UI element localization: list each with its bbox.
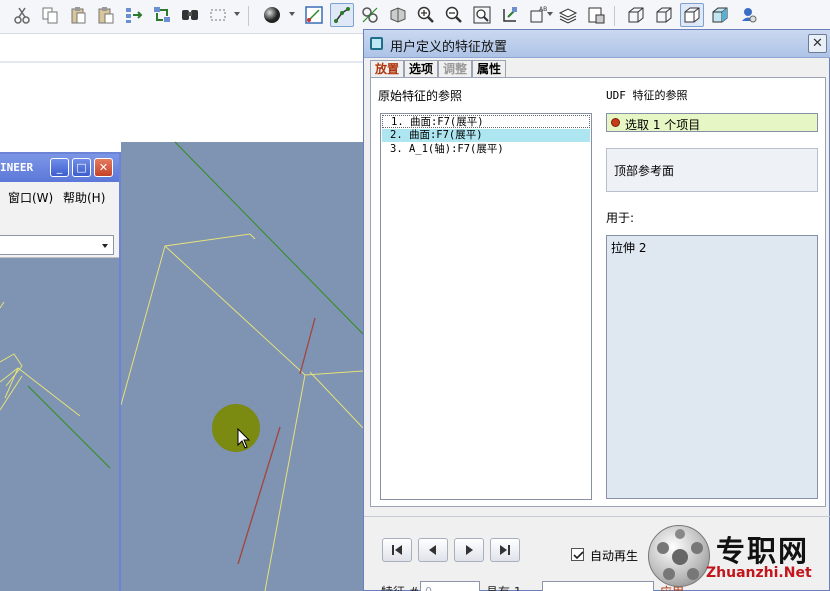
- original-refs-label: 原始特征的参照: [378, 89, 463, 103]
- tab-placement[interactable]: 放置: [370, 60, 405, 78]
- has-label: 具有 1: [486, 583, 521, 591]
- checkmark-icon: [573, 551, 584, 560]
- udf-refs-label: UDF 特征的参照: [606, 89, 688, 102]
- reference-name: 顶部参考面: [614, 164, 675, 178]
- sub-window: INEER _ □ ✕ 窗口(W) 帮助(H): [0, 152, 121, 591]
- zoom-in-icon[interactable]: [414, 3, 438, 27]
- last-ref-button[interactable]: [490, 538, 520, 562]
- hidden-line-icon[interactable]: [652, 3, 676, 27]
- reference-collector[interactable]: 选取 1 个项目: [606, 113, 818, 132]
- view-dropdown-icon[interactable]: [547, 12, 553, 16]
- datum-display-icon[interactable]: [358, 3, 382, 27]
- viewport-background: [121, 142, 363, 591]
- next-icon: [466, 545, 473, 555]
- skip-first-icon: [392, 545, 402, 555]
- list-item[interactable]: 1. 曲面:F7(展平): [382, 115, 590, 128]
- udf-placement-dialog: 用户定义的特征放置 ✕ 放置 选项 调整 属性 原始特征的参照 1. 曲面:F7…: [363, 29, 830, 591]
- model-tree-icon[interactable]: [584, 3, 608, 27]
- prev-ref-button[interactable]: [418, 538, 448, 562]
- viewport-top-area: [0, 34, 363, 142]
- refit-icon[interactable]: [470, 3, 494, 27]
- paste-icon[interactable]: [66, 3, 90, 27]
- toolbar-separator: [614, 6, 615, 26]
- select-dropdown-icon[interactable]: [234, 12, 240, 16]
- sub-window-model: [0, 301, 111, 469]
- shade-dropdown-icon[interactable]: [289, 12, 295, 16]
- dialog-divider: [364, 516, 830, 517]
- tab-adjust: 调整: [438, 60, 473, 78]
- has-field[interactable]: [542, 581, 654, 591]
- spin-center-icon[interactable]: [386, 3, 410, 27]
- orient-icon[interactable]: [498, 3, 522, 27]
- skip-last-icon: [500, 545, 510, 555]
- paste-special-icon[interactable]: [94, 3, 118, 27]
- dialog-titlebar[interactable]: 用户定义的特征放置 ✕: [364, 30, 830, 58]
- watermark-text: 专职网: [716, 534, 810, 568]
- menu-window[interactable]: 窗口(W): [8, 189, 53, 206]
- minimize-button[interactable]: _: [50, 158, 69, 177]
- sketch-tool-icon[interactable]: [302, 3, 326, 27]
- select-box-icon[interactable]: [206, 3, 230, 27]
- feature-number-field[interactable]: 0: [420, 581, 480, 591]
- original-refs-list[interactable]: 1. 曲面:F7(展平) 2. 曲面:F7(展平) 3. A_1(轴):F7(展…: [380, 113, 592, 500]
- list-item-selected[interactable]: 2. 曲面:F7(展平): [382, 129, 590, 142]
- sub-window-viewport[interactable]: [0, 258, 119, 591]
- dialog-close-button[interactable]: ✕: [808, 34, 827, 53]
- sub-window-toolbar: [0, 210, 119, 258]
- datum-edge: [27, 385, 111, 469]
- dialog-app-icon: [370, 37, 383, 50]
- used-for-value: 拉伸 2: [611, 241, 647, 255]
- cursor-highlight: [212, 404, 260, 452]
- filter-combo[interactable]: [0, 235, 114, 255]
- soccer-ball-icon: [657, 529, 703, 580]
- feature-number-value: 0: [425, 585, 432, 591]
- layer-icon[interactable]: [556, 3, 580, 27]
- auto-regen-label: 自动再生: [590, 549, 639, 563]
- toolbar-separator: [248, 6, 249, 26]
- collector-text: 选取 1 个项目: [625, 118, 701, 132]
- reference-name-box: 顶部参考面: [606, 148, 818, 192]
- wireframe-icon[interactable]: [624, 3, 648, 27]
- sub-window-title: INEER: [0, 161, 34, 174]
- chevron-down-icon: [102, 244, 108, 248]
- scissors-icon[interactable]: [10, 3, 34, 27]
- regenerate-icon[interactable]: [122, 3, 146, 27]
- auto-regen-checkbox[interactable]: [571, 548, 584, 561]
- feature-number-label: 特征 #: [381, 583, 419, 591]
- maximize-button[interactable]: □: [72, 158, 91, 177]
- model-player-icon[interactable]: [736, 3, 760, 27]
- watermark-logo: [648, 525, 710, 587]
- copy-icon[interactable]: [38, 3, 62, 27]
- menu-help[interactable]: 帮助(H): [63, 189, 105, 206]
- watermark-url: Zhuanzhi.Net: [706, 565, 812, 581]
- first-ref-button[interactable]: [382, 538, 412, 562]
- prev-icon: [429, 545, 436, 555]
- sphere-shade-icon[interactable]: [260, 3, 284, 27]
- switch-icon[interactable]: [150, 3, 174, 27]
- find-icon[interactable]: [178, 3, 202, 27]
- used-for-box: 拉伸 2: [606, 235, 818, 499]
- shading-icon[interactable]: [708, 3, 732, 27]
- model-edge: [0, 301, 5, 309]
- next-ref-button[interactable]: [454, 538, 484, 562]
- tab-properties[interactable]: 属性: [472, 60, 507, 78]
- tab-options[interactable]: 选项: [404, 60, 439, 78]
- used-for-label: 用于:: [606, 211, 635, 225]
- zoom-out-icon[interactable]: [442, 3, 466, 27]
- no-hidden-icon[interactable]: [680, 3, 704, 27]
- list-item[interactable]: 3. A_1(轴):F7(展平): [382, 143, 590, 156]
- svg-text:AB: AB: [539, 6, 547, 13]
- sub-window-titlebar[interactable]: INEER _ □ ✕: [0, 154, 119, 182]
- model-edge: [0, 375, 23, 411]
- sub-window-menubar: 窗口(W) 帮助(H): [0, 182, 119, 210]
- dialog-title: 用户定义的特征放置: [390, 40, 508, 55]
- close-button[interactable]: ✕: [94, 158, 113, 177]
- placement-panel: 原始特征的参照 1. 曲面:F7(展平) 2. 曲面:F7(展平) 3. A_1…: [370, 77, 826, 507]
- selection-status-icon: [611, 118, 620, 127]
- dialog-tabs: 放置 选项 调整 属性: [370, 60, 507, 78]
- datum-point-icon[interactable]: [330, 3, 354, 27]
